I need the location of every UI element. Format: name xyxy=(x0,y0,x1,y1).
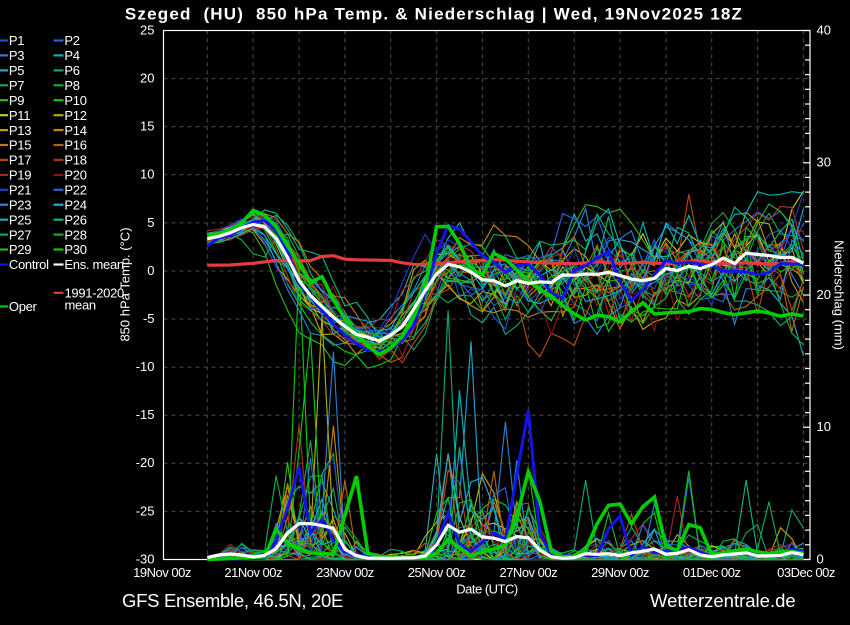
svg-text:23Nov 00z: 23Nov 00z xyxy=(316,565,374,580)
svg-text:21Nov 00z: 21Nov 00z xyxy=(224,565,282,580)
svg-text:P14: P14 xyxy=(64,123,86,138)
svg-text:P3: P3 xyxy=(9,48,24,63)
svg-text:P28: P28 xyxy=(64,227,86,242)
svg-text:P26: P26 xyxy=(64,212,86,227)
svg-text:-15: -15 xyxy=(136,407,155,422)
svg-text:850 hPa Temp. (°C): 850 hPa Temp. (°C) xyxy=(118,227,133,341)
svg-text:P16: P16 xyxy=(64,138,86,153)
svg-text:19Nov 00z: 19Nov 00z xyxy=(133,565,191,580)
svg-text:5: 5 xyxy=(147,215,154,230)
svg-text:P13: P13 xyxy=(9,123,31,138)
svg-text:P10: P10 xyxy=(64,93,86,108)
svg-text:10: 10 xyxy=(140,167,154,182)
svg-text:29Nov 00z: 29Nov 00z xyxy=(591,565,649,580)
svg-text:Control: Control xyxy=(9,257,49,272)
svg-text:0: 0 xyxy=(147,263,154,278)
svg-text:Szeged (HU) 850 hPa Temp. &: Szeged (HU) 850 hPa Temp. & Niederschlag… xyxy=(125,5,743,24)
svg-text:P12: P12 xyxy=(64,108,86,123)
svg-text:25: 25 xyxy=(140,22,154,37)
svg-text:P4: P4 xyxy=(64,48,79,63)
svg-text:GFS Ensemble, 46.5N, 20E: GFS Ensemble, 46.5N, 20E xyxy=(122,590,343,611)
svg-text:P20: P20 xyxy=(64,168,86,183)
svg-text:P2: P2 xyxy=(64,33,79,48)
svg-text:P11: P11 xyxy=(9,108,30,123)
svg-text:P19: P19 xyxy=(9,168,31,183)
svg-text:-10: -10 xyxy=(136,359,155,374)
svg-text:Niederschlag (mm): Niederschlag (mm) xyxy=(832,240,847,350)
svg-text:-20: -20 xyxy=(136,455,155,470)
svg-text:01Dec 00z: 01Dec 00z xyxy=(683,565,741,580)
svg-text:10: 10 xyxy=(817,419,831,434)
svg-text:P18: P18 xyxy=(64,153,86,168)
svg-text:P15: P15 xyxy=(9,138,31,153)
svg-text:15: 15 xyxy=(140,119,154,134)
svg-text:20: 20 xyxy=(817,287,831,302)
svg-text:P30: P30 xyxy=(64,242,86,257)
svg-text:P1: P1 xyxy=(9,33,24,48)
svg-text:P29: P29 xyxy=(9,242,31,257)
svg-text:P23: P23 xyxy=(9,197,31,212)
svg-text:P27: P27 xyxy=(9,227,31,242)
svg-text:mean: mean xyxy=(65,298,96,313)
svg-text:P21: P21 xyxy=(9,183,31,198)
svg-text:P17: P17 xyxy=(9,153,31,168)
svg-text:Oper: Oper xyxy=(9,299,38,314)
svg-text:P8: P8 xyxy=(64,78,79,93)
svg-text:P22: P22 xyxy=(64,183,86,198)
svg-text:-25: -25 xyxy=(136,503,155,518)
svg-text:30: 30 xyxy=(817,155,831,170)
svg-text:P24: P24 xyxy=(64,197,86,212)
svg-text:03Dec 00z: 03Dec 00z xyxy=(777,565,835,580)
svg-text:40: 40 xyxy=(817,22,831,37)
svg-text:P9: P9 xyxy=(9,93,24,108)
svg-text:P25: P25 xyxy=(9,212,31,227)
svg-text:P7: P7 xyxy=(9,78,24,93)
svg-text:Ens. mean: Ens. mean xyxy=(64,257,124,272)
svg-text:P6: P6 xyxy=(64,63,79,78)
svg-text:-5: -5 xyxy=(143,311,155,326)
svg-text:25Nov 00z: 25Nov 00z xyxy=(408,565,466,580)
svg-text:P5: P5 xyxy=(9,63,24,78)
svg-text:Date (UTC): Date (UTC) xyxy=(456,582,518,597)
svg-text:Wetterzentrale.de: Wetterzentrale.de xyxy=(650,590,796,611)
svg-text:27Nov 00z: 27Nov 00z xyxy=(499,565,557,580)
svg-text:20: 20 xyxy=(140,70,154,85)
